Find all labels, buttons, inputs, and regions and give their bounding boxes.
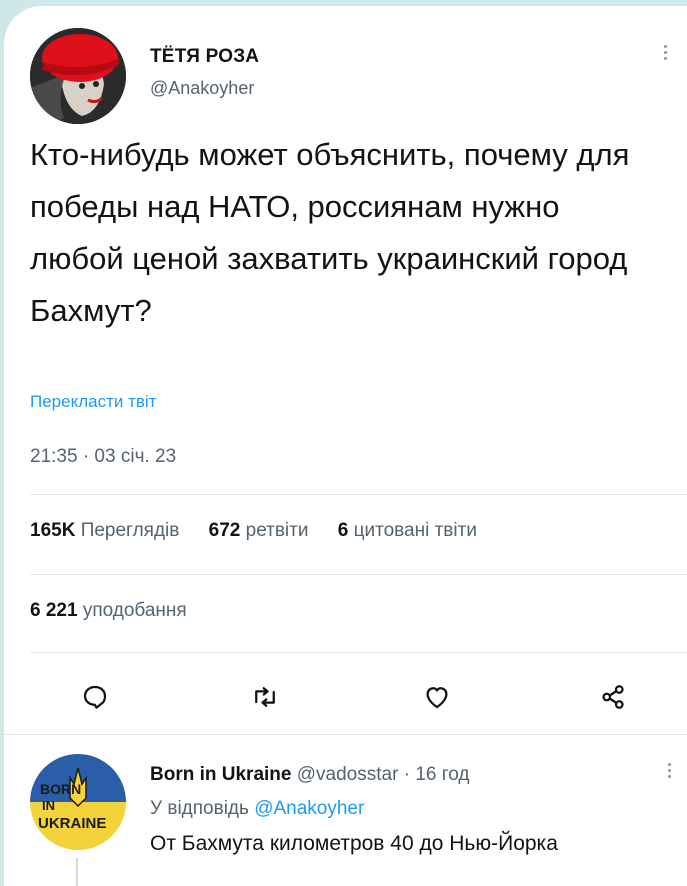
reply-button[interactable]	[80, 682, 110, 712]
avatar-text-mid: IN	[42, 798, 55, 813]
like-button[interactable]	[422, 682, 452, 712]
author-name[interactable]: ТЁТЯ РОЗА	[150, 46, 259, 68]
likes-count: 6 221	[30, 600, 78, 621]
reply-time[interactable]: · 16 год	[404, 764, 470, 785]
tweet-timestamp[interactable]: 21:35 · 03 січ. 23	[30, 446, 176, 468]
translate-tweet-link[interactable]: Перекласти твіт	[30, 392, 156, 412]
engagement-stats: 165K Переглядів 672 ретвіти 6 цитовані т…	[30, 520, 501, 542]
reply-icon	[83, 685, 107, 709]
share-icon	[602, 685, 624, 709]
tweet-card: ТЁТЯ РОЗА @Anakoyher Кто-нибудь может об…	[4, 6, 687, 886]
likes-stat[interactable]: 6 221 уподобання	[30, 600, 187, 622]
more-options-icon[interactable]	[660, 42, 670, 68]
views-stat[interactable]: 165K Переглядів	[30, 520, 179, 541]
retweet-icon	[255, 687, 275, 707]
quotes-label: цитовані твіти	[353, 520, 477, 541]
heart-icon	[426, 687, 448, 709]
divider	[30, 574, 687, 575]
author-avatar[interactable]	[30, 28, 126, 124]
likes-label: уподобання	[82, 600, 187, 621]
avatar-text-top: BORN	[40, 781, 81, 797]
reply-author-handle[interactable]: @vadosstar	[297, 764, 399, 785]
quotes-stat[interactable]: 6 цитовані твіти	[338, 520, 477, 541]
retweets-stat[interactable]: 672 ретвіти	[209, 520, 309, 541]
divider	[30, 652, 687, 653]
quotes-count: 6	[337, 520, 349, 541]
views-count: 165K	[30, 520, 76, 541]
views-label: Переглядів	[80, 520, 180, 541]
retweets-count: 672	[208, 520, 241, 541]
author-handle[interactable]: @Anakoyher	[150, 78, 254, 99]
reply-text: От Бахмута километров 40 до Нью-Йорка	[150, 832, 558, 855]
reply-more-options-icon[interactable]	[664, 760, 674, 786]
reply-author-name[interactable]: Born in Ukraine	[150, 764, 291, 785]
share-button[interactable]	[598, 682, 628, 712]
avatar-text-bottom: UKRAINE	[38, 815, 106, 832]
divider	[30, 494, 687, 495]
reply-author-avatar[interactable]: BORN IN UKRAINE	[30, 754, 126, 850]
retweet-button[interactable]	[250, 682, 280, 712]
divider	[4, 734, 687, 735]
reply-header: Born in Ukraine @vadosstar · 16 год	[150, 764, 470, 786]
tweet-text: Кто-нибудь может объяснить, почему для п…	[30, 137, 630, 328]
replying-to-handle[interactable]: @Anakoyher	[254, 798, 364, 819]
thread-line	[76, 858, 78, 886]
replying-to: У відповідь @Anakoyher	[150, 798, 364, 820]
retweets-label: ретвіти	[245, 520, 309, 541]
replying-to-label: У відповідь	[150, 798, 249, 819]
